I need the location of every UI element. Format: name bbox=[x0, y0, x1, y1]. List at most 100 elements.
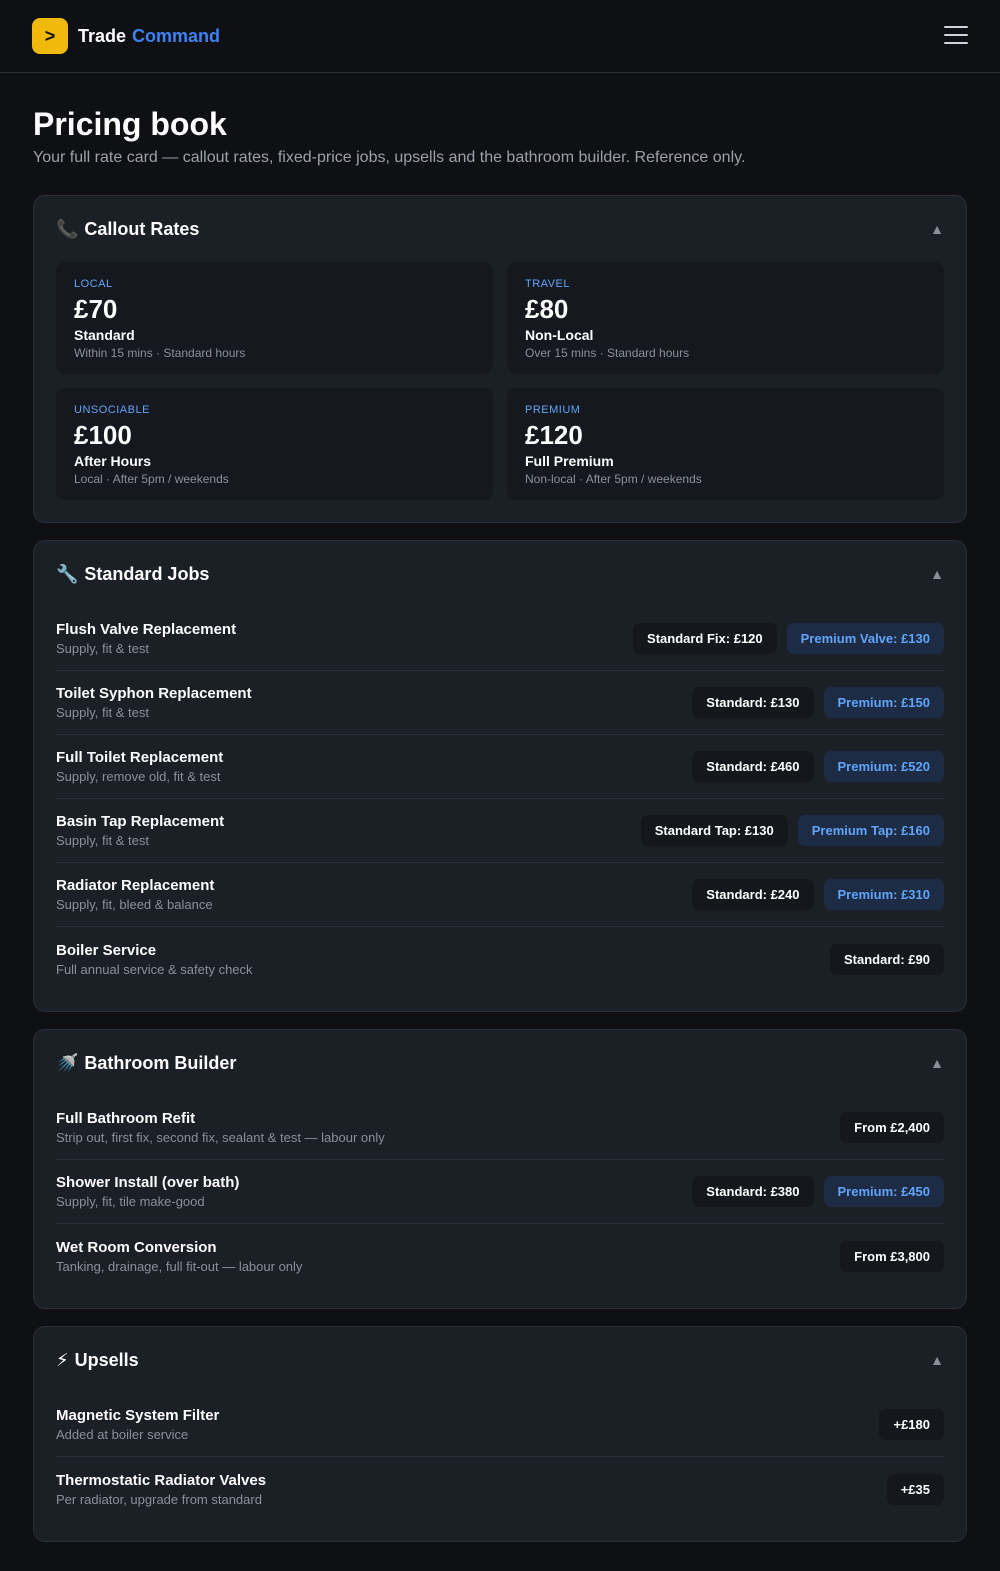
hamburger-menu-icon[interactable] bbox=[944, 26, 968, 46]
job-row: Radiator Replacement Supply, fit, bleed &… bbox=[56, 863, 944, 927]
job-desc: Full annual service & safety check bbox=[56, 961, 253, 977]
logo[interactable]: > bbox=[32, 18, 68, 54]
bathroom-builder-header[interactable]: 🚿 Bathroom Builder ▲ bbox=[56, 1030, 944, 1096]
rate-name: Full Premium bbox=[525, 453, 614, 469]
premium-price-pill[interactable]: Premium: £310 bbox=[823, 879, 944, 910]
rate-tag: PREMIUM bbox=[525, 404, 581, 416]
job-row: Toilet Syphon Replacement Supply, fit & t… bbox=[56, 671, 944, 735]
collapse-caret-icon[interactable]: ▲ bbox=[930, 1055, 944, 1071]
upsell-price-pill[interactable]: +£35 bbox=[886, 1473, 944, 1505]
top-bar: > Trade Command bbox=[0, 0, 1000, 73]
wrench-icon: 🔧 bbox=[56, 563, 79, 584]
upsells-section: ⚡ Upsells ▲ Magnetic System Filter Added a… bbox=[33, 1326, 967, 1542]
bathroom-builder-section: 🚿 Bathroom Builder ▲ Full Bathroom Refit S… bbox=[33, 1029, 967, 1309]
job-name: Basin Tap Replacement bbox=[56, 813, 225, 830]
shower-icon: 🚿 bbox=[56, 1052, 79, 1073]
job-list: Full Bathroom Refit Strip out, first fix,… bbox=[56, 1096, 944, 1308]
job-row: Wet Room Conversion Tanking, drainage, fu… bbox=[56, 1224, 944, 1288]
phone-icon: 📞 bbox=[56, 218, 79, 239]
job-desc: Supply, fit & test bbox=[56, 641, 149, 656]
job-name: Boiler Service bbox=[56, 941, 157, 959]
premium-price-pill[interactable]: Premium Valve: £130 bbox=[786, 623, 944, 654]
job-desc: Tanking, drainage, full fit-out — labour… bbox=[56, 1258, 303, 1274]
standard-price-pill[interactable]: Standard: £460 bbox=[692, 751, 814, 782]
job-name: Magnetic System Filter bbox=[56, 1407, 220, 1424]
rate-tag: UNSOCIABLE bbox=[74, 404, 150, 416]
job-list: Flush Valve Replacement Supply, fit & tes… bbox=[56, 607, 944, 1011]
brand-name[interactable]: Trade Command bbox=[78, 26, 220, 47]
job-row: Boiler Service Full annual service & safe… bbox=[56, 927, 944, 991]
job-name: Wet Room Conversion bbox=[56, 1238, 217, 1256]
logo-glyph: > bbox=[44, 25, 56, 46]
job-desc: Strip out, first fix, second fix, sealan… bbox=[56, 1130, 385, 1145]
rate-desc: Within 15 mins · Standard hours bbox=[74, 346, 246, 360]
brand-word-2: Command bbox=[132, 25, 221, 46]
rate-desc: Over 15 mins · Standard hours bbox=[525, 346, 690, 360]
rate-card-local: LOCAL £70 Standard Within 15 mins · Stan… bbox=[56, 262, 493, 374]
section-title: Callout Rates bbox=[84, 218, 200, 239]
rate-card-unsociable: UNSOCIABLE £100 After Hours Local · Afte… bbox=[56, 388, 493, 500]
job-row: Thermostatic Radiator Valves Per radiator… bbox=[56, 1457, 944, 1521]
job-name: Shower Install (over bath) bbox=[56, 1174, 240, 1191]
page-subtitle: Your full rate card — callout rates, fix… bbox=[33, 149, 746, 166]
main-content: Pricing book Your full rate card — callo… bbox=[0, 106, 1000, 1542]
standard-price-pill[interactable]: Standard Tap: £130 bbox=[640, 815, 788, 846]
premium-price-pill[interactable]: Premium Tap: £160 bbox=[797, 815, 944, 846]
rate-price: £100 bbox=[74, 420, 132, 450]
rate-name: Non-Local bbox=[525, 327, 594, 343]
rate-grid: LOCAL £70 Standard Within 15 mins · Stan… bbox=[56, 262, 944, 522]
job-name: Toilet Syphon Replacement bbox=[56, 685, 252, 702]
job-list: Magnetic System Filter Added at boiler se… bbox=[56, 1393, 944, 1541]
rate-tag: LOCAL bbox=[74, 278, 113, 290]
upsell-price-pill[interactable]: +£180 bbox=[879, 1409, 944, 1440]
premium-price-pill[interactable]: Premium: £150 bbox=[823, 687, 944, 718]
callout-rates-header[interactable]: 📞 Callout Rates ▲ bbox=[56, 196, 944, 262]
job-desc: Added at boiler service bbox=[56, 1427, 189, 1442]
standard-jobs-header[interactable]: 🔧 Standard Jobs ▲ bbox=[56, 541, 944, 607]
rate-desc: Non-local · After 5pm / weekends bbox=[525, 472, 702, 486]
premium-price-pill[interactable]: Premium: £520 bbox=[823, 751, 944, 782]
job-desc: Supply, remove old, fit & test bbox=[56, 769, 221, 784]
job-name: Thermostatic Radiator Valves bbox=[56, 1471, 267, 1489]
standard-price-pill[interactable]: Standard: £130 bbox=[692, 687, 814, 718]
job-name: Full Toilet Replacement bbox=[56, 749, 224, 766]
section-title: Standard Jobs bbox=[84, 563, 210, 584]
standard-price-pill[interactable]: From £3,800 bbox=[840, 1240, 944, 1272]
job-row: Basin Tap Replacement Supply, fit & test … bbox=[56, 799, 944, 863]
rate-price: £80 bbox=[525, 294, 569, 324]
job-desc: Supply, fit, tile make-good bbox=[56, 1194, 205, 1209]
job-row: Full Toilet Replacement Supply, remove ol… bbox=[56, 735, 944, 799]
rate-price: £120 bbox=[525, 420, 583, 450]
standard-price-pill[interactable]: Standard: £90 bbox=[830, 943, 944, 975]
rate-desc: Local · After 5pm / weekends bbox=[74, 472, 229, 486]
rate-tag: TRAVEL bbox=[525, 278, 570, 290]
collapse-caret-icon[interactable]: ▲ bbox=[930, 221, 944, 237]
standard-price-pill[interactable]: From £2,400 bbox=[840, 1112, 944, 1143]
job-desc: Supply, fit, bleed & balance bbox=[56, 897, 213, 912]
upsells-header[interactable]: ⚡ Upsells ▲ bbox=[56, 1327, 944, 1393]
brand-word-1: Trade bbox=[78, 25, 127, 46]
lightning-icon: ⚡ bbox=[56, 1349, 69, 1370]
job-name: Radiator Replacement bbox=[56, 877, 215, 894]
job-desc: Supply, fit & test bbox=[56, 833, 149, 848]
standard-jobs-section: 🔧 Standard Jobs ▲ Flush Valve Replacement… bbox=[33, 540, 967, 1012]
collapse-caret-icon[interactable]: ▲ bbox=[930, 566, 944, 582]
rate-name: Standard bbox=[74, 327, 135, 343]
job-row: Full Bathroom Refit Strip out, first fix,… bbox=[56, 1096, 944, 1160]
rate-card-premium: PREMIUM £120 Full Premium Non-local · Af… bbox=[507, 388, 944, 500]
premium-price-pill[interactable]: Premium: £450 bbox=[823, 1176, 944, 1207]
job-desc: Supply, fit & test bbox=[56, 705, 149, 720]
standard-price-pill[interactable]: Standard: £380 bbox=[692, 1176, 814, 1207]
rate-price: £70 bbox=[74, 294, 118, 324]
job-name: Full Bathroom Refit bbox=[56, 1110, 196, 1127]
section-title: Bathroom Builder bbox=[84, 1052, 237, 1073]
rate-name: After Hours bbox=[74, 453, 152, 469]
standard-price-pill[interactable]: Standard Fix: £120 bbox=[633, 623, 777, 654]
job-row: Flush Valve Replacement Supply, fit & tes… bbox=[56, 607, 944, 671]
section-title: Upsells bbox=[74, 1349, 139, 1370]
collapse-caret-icon[interactable]: ▲ bbox=[930, 1352, 944, 1368]
standard-price-pill[interactable]: Standard: £240 bbox=[692, 879, 814, 910]
job-row: Magnetic System Filter Added at boiler se… bbox=[56, 1393, 944, 1457]
page-title: Pricing book bbox=[33, 106, 227, 142]
job-desc: Per radiator, upgrade from standard bbox=[56, 1491, 262, 1507]
